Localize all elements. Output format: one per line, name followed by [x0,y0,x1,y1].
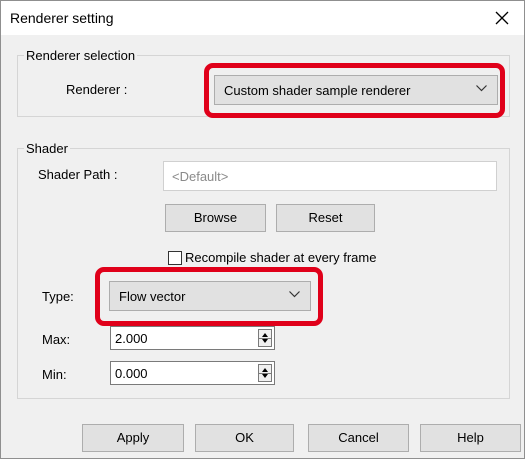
browse-button[interactable]: Browse [165,204,266,232]
reset-button[interactable]: Reset [276,204,375,232]
renderer-label: Renderer : [66,82,128,97]
help-button[interactable]: Help [420,424,521,452]
renderer-selection-legend: Renderer selection [26,48,136,63]
min-label: Min: [42,367,67,382]
apply-button[interactable]: Apply [82,424,184,452]
spin-up-icon [262,368,268,372]
close-icon [495,11,509,25]
max-spin-buttons[interactable] [258,329,272,347]
max-label: Max: [42,332,71,347]
type-highlight [95,267,323,326]
max-stepper[interactable]: 2.000 [110,326,275,350]
recompile-label: Recompile shader at every frame [185,250,377,265]
ok-button[interactable]: OK [195,424,294,452]
max-value: 2.000 [115,331,148,346]
window-title: Renderer setting [10,10,114,26]
title-bar: Renderer setting [1,1,524,35]
min-stepper[interactable]: 0.000 [110,361,275,385]
min-spin-buttons[interactable] [258,364,272,382]
close-button[interactable] [480,1,524,35]
spin-up-icon [262,333,268,337]
shader-legend: Shader [26,141,68,156]
min-value: 0.000 [115,366,148,381]
type-label: Type: [42,289,74,304]
shader-path-placeholder: <Default> [172,169,229,184]
cancel-button[interactable]: Cancel [308,424,409,452]
spin-down-icon [262,339,268,343]
recompile-checkbox[interactable] [168,251,182,265]
renderer-highlight [204,63,505,118]
shader-path-input[interactable]: <Default> [163,161,497,191]
renderer-setting-dialog: Renderer setting Renderer selection Rend… [0,0,525,459]
spin-down-icon [262,374,268,378]
shader-path-label: Shader Path : [38,167,118,182]
